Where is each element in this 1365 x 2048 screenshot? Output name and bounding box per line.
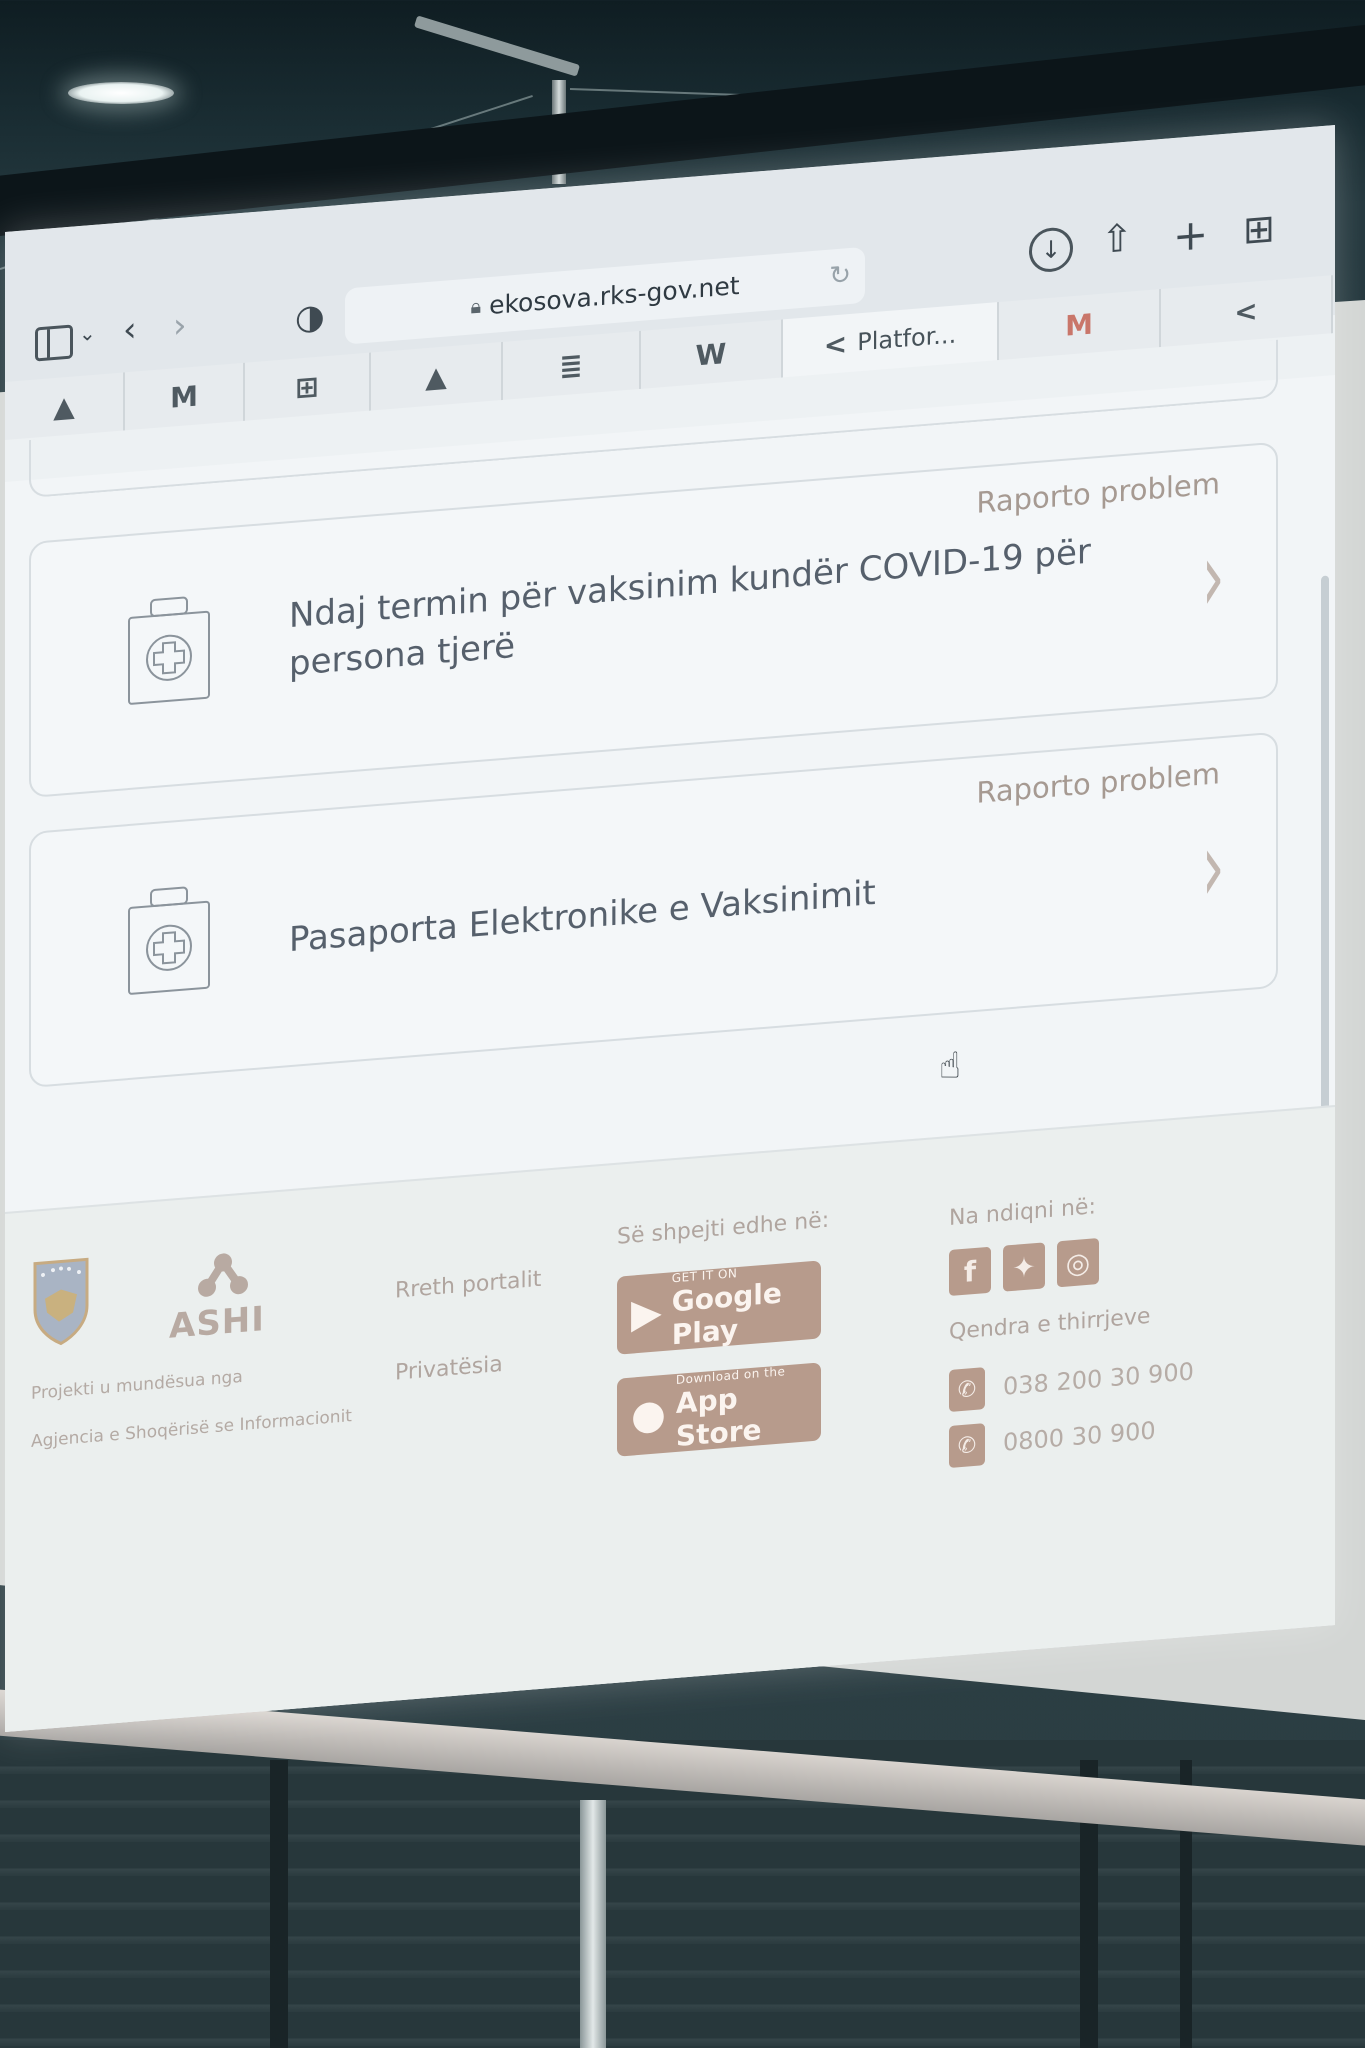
service-card[interactable]: Raporto problem Ndaj termin për vaksinim… xyxy=(29,441,1278,799)
privacy-shield-icon[interactable]: ◑ xyxy=(295,296,325,338)
credit-text: Projekti u mundësua nga xyxy=(31,1366,243,1404)
service-title[interactable]: Pasaporta Elektronike e Vaksinimit xyxy=(289,850,1129,965)
window-mullion xyxy=(270,1760,288,2048)
chevron-right-icon[interactable]: › xyxy=(1201,520,1224,634)
chevron-down-icon[interactable]: ⌄ xyxy=(79,321,96,346)
phone-number[interactable]: 038 200 30 900 xyxy=(1003,1357,1194,1400)
google-play-badge[interactable]: ▶ GET IT ON Google Play xyxy=(617,1260,821,1355)
service-title[interactable]: Ndaj termin për vaksinim kundër COVID-19… xyxy=(289,526,1129,689)
tab-share[interactable]: < xyxy=(1161,275,1333,347)
google-docs-icon: ≣ xyxy=(559,348,583,383)
about-portal-link[interactable]: Rreth portalit xyxy=(395,1267,541,1304)
tab-wordpress[interactable]: W xyxy=(641,319,783,389)
phone-icon: ✆ xyxy=(949,1423,985,1469)
forward-button[interactable]: › xyxy=(173,305,187,346)
tab-label: Platfor... xyxy=(857,320,957,357)
ceiling-light xyxy=(68,82,174,104)
share-icon[interactable]: ⇧ xyxy=(1101,215,1133,262)
apple-icon: ● xyxy=(631,1390,666,1440)
google-drive-icon: ▲ xyxy=(425,358,447,394)
report-problem-link[interactable]: Raporto problem xyxy=(976,756,1220,810)
instagram-icon[interactable]: ◎ xyxy=(1057,1237,1099,1288)
badge-big-text: Google Play xyxy=(671,1276,782,1352)
twitter-icon[interactable]: ✦ xyxy=(1003,1242,1045,1292)
url-text: ekosova.rks-gov.net xyxy=(489,270,740,320)
lock-icon: 🔒︎ xyxy=(470,293,482,319)
badge-big-text: App Store xyxy=(675,1382,762,1454)
page-footer: ASHI Projekti u mundësua nga Agjencia e … xyxy=(5,1104,1335,1733)
reload-icon[interactable]: ↻ xyxy=(829,260,851,292)
service-card[interactable]: Raporto problem Pasaporta Elektronike e … xyxy=(29,731,1278,1089)
google-drive-icon: ▲ xyxy=(53,388,75,424)
kosovo-emblem-icon xyxy=(33,1257,89,1346)
ashi-logo-mark xyxy=(198,1253,248,1297)
ashi-logo: ASHI xyxy=(169,1245,289,1347)
hand-cursor-icon: ☝ xyxy=(939,1045,961,1088)
wordpress-icon: W xyxy=(695,336,727,372)
follow-heading: Na ndiqni në: xyxy=(949,1194,1096,1232)
medical-kit-icon xyxy=(128,886,210,995)
gmail-icon: M xyxy=(170,378,198,415)
new-tab-button[interactable]: + xyxy=(1173,209,1208,261)
projector-mount-arm xyxy=(413,15,581,77)
app-store-badge[interactable]: ● Download on the App Store xyxy=(617,1362,821,1457)
download-icon[interactable]: ↓ xyxy=(1029,226,1073,274)
privacy-link[interactable]: Privatësia xyxy=(395,1352,503,1386)
phone-row: ✆ 038 200 30 900 xyxy=(949,1350,1194,1413)
calculator-icon: ⊞ xyxy=(295,369,319,405)
tab-gmail[interactable]: M xyxy=(125,362,245,431)
phone-number[interactable]: 0800 30 900 xyxy=(1003,1416,1156,1456)
tab-calculator[interactable]: ⊞ xyxy=(245,352,371,421)
google-play-icon: ▶ xyxy=(631,1289,662,1338)
phone-row: ✆ 0800 30 900 xyxy=(949,1409,1156,1469)
screen-stand-pole xyxy=(580,1800,606,2048)
share-node-icon: < xyxy=(1234,293,1258,329)
report-problem-link[interactable]: Raporto problem xyxy=(976,466,1220,520)
page-content: Raporto problem Ndaj termin për vaksinim… xyxy=(5,339,1335,1733)
social-links: f ✦ ◎ xyxy=(949,1237,1099,1297)
tab-google-docs[interactable]: ≣ xyxy=(503,330,641,400)
tab-gmail[interactable]: M xyxy=(999,288,1161,361)
sidebar-toggle-icon[interactable] xyxy=(35,324,73,362)
ashi-logo-text: ASHI xyxy=(169,1299,265,1347)
scrollbar[interactable] xyxy=(1321,575,1329,1177)
facebook-icon[interactable]: f xyxy=(949,1246,991,1297)
medical-kit-icon xyxy=(128,596,210,705)
share-node-icon: < xyxy=(823,326,848,362)
apps-heading: Së shpejti edhe në: xyxy=(617,1207,830,1250)
chevron-right-icon[interactable]: › xyxy=(1201,810,1224,924)
back-button[interactable]: ‹ xyxy=(123,309,137,350)
credit-agency-text: Agjencia e Shoqërisë se Informacionit xyxy=(31,1406,352,1452)
tab-google-drive[interactable]: ▲ xyxy=(371,341,503,411)
gmail-icon: M xyxy=(1065,306,1093,343)
projected-browser-window: ⌄ ‹ › ◑ 🔒︎ ekosova.rks-gov.net ↻ ↓ ⇧ + ⊞… xyxy=(5,124,1335,1733)
tab-google-drive[interactable]: ▲ xyxy=(5,372,125,440)
phone-icon: ✆ xyxy=(949,1367,985,1413)
tab-overview-icon[interactable]: ⊞ xyxy=(1243,206,1275,253)
call-center-heading: Qendra e thirrjeve xyxy=(949,1303,1151,1346)
